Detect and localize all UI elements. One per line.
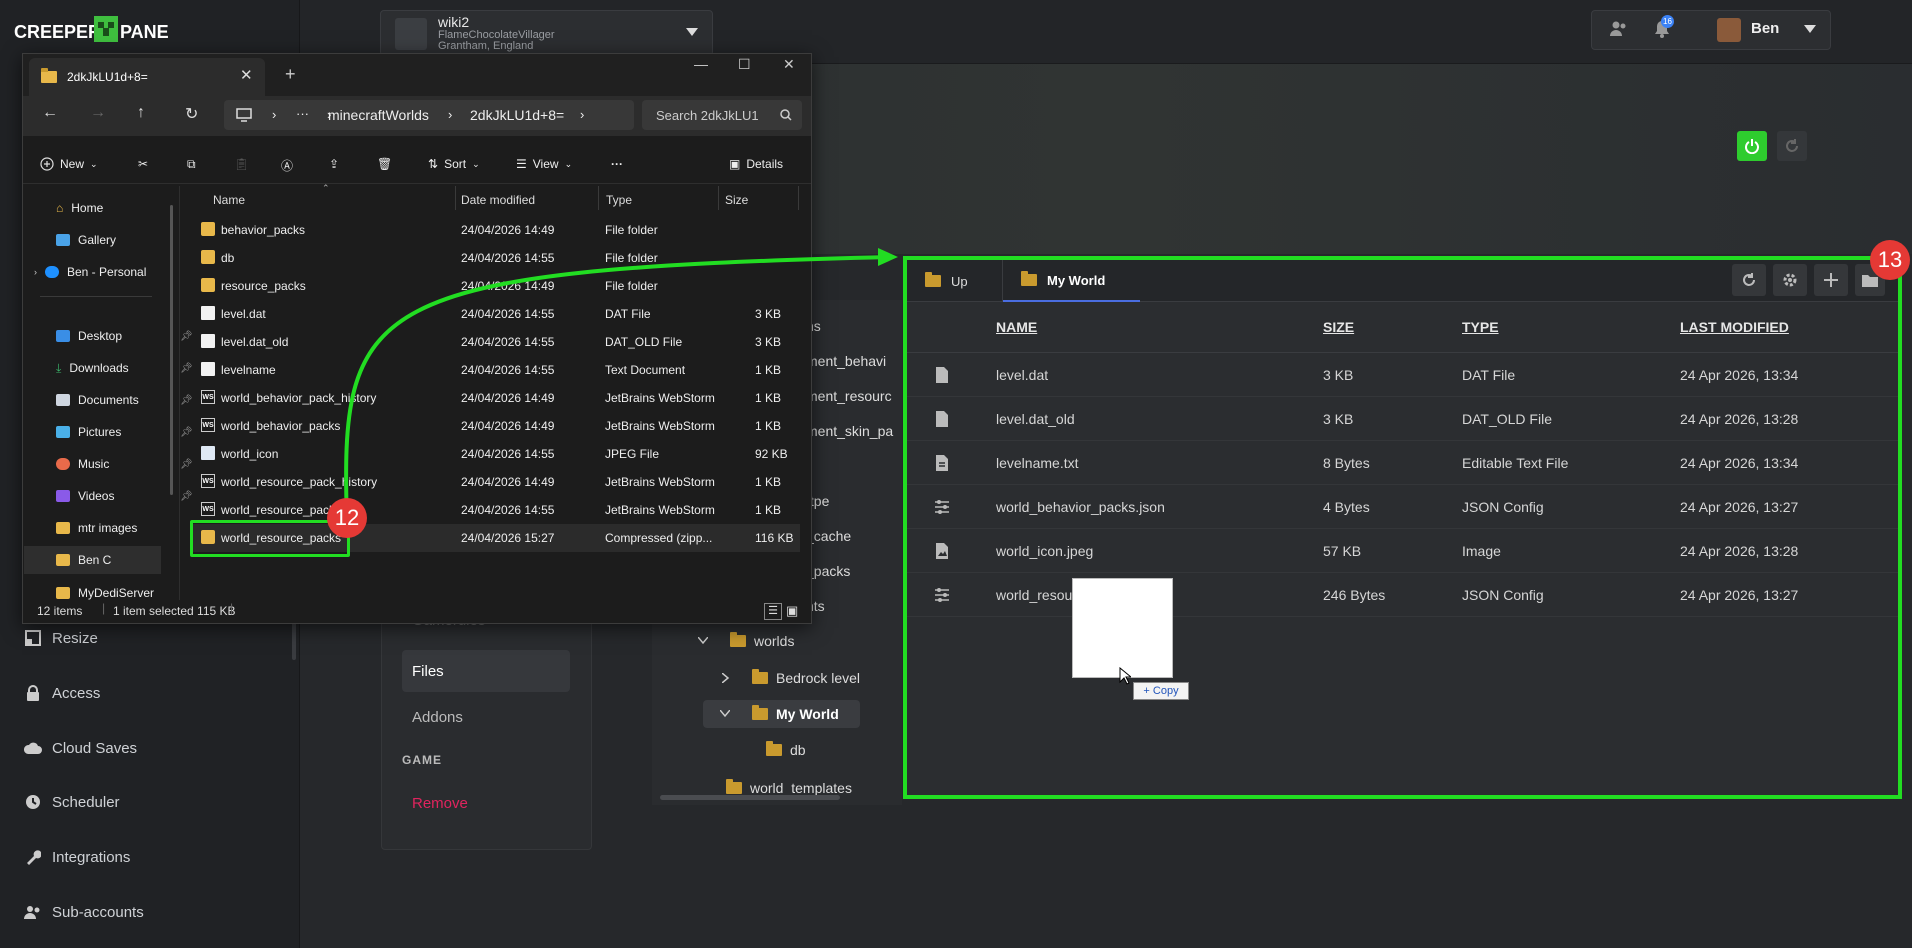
drag-arrow: [344, 248, 898, 525]
step-badge: 12: [327, 498, 367, 538]
highlight-box: [190, 520, 350, 557]
step-badge: 13: [1870, 240, 1910, 280]
